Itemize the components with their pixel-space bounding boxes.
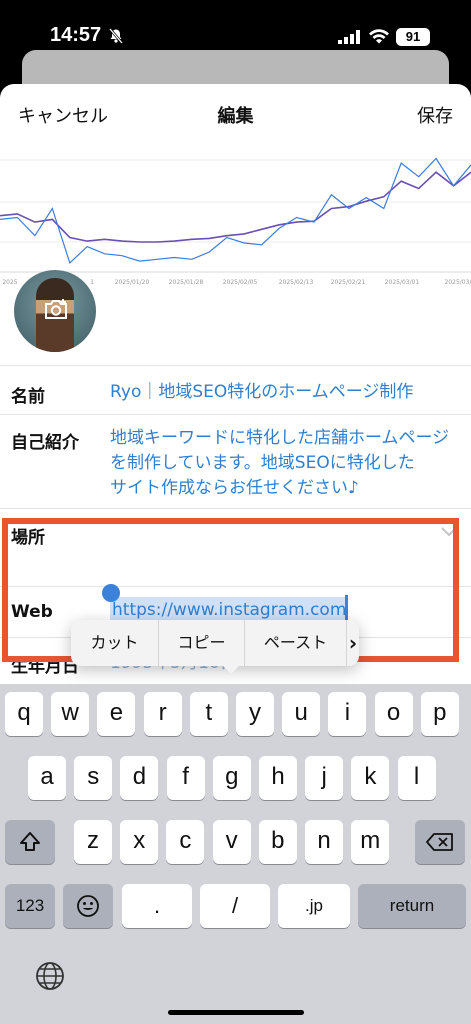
key-m[interactable]: m (351, 820, 390, 864)
key-q[interactable]: q (5, 692, 43, 736)
signal-icon (338, 30, 360, 44)
menu-pointer (221, 664, 241, 674)
wifi-icon (369, 29, 389, 44)
camera-add-icon (45, 299, 67, 319)
globe-icon[interactable] (34, 960, 66, 992)
key-d[interactable]: d (120, 756, 159, 800)
key-n[interactable]: n (305, 820, 343, 864)
key-i[interactable]: i (328, 692, 367, 736)
paste-menu-item[interactable]: ペースト (245, 620, 347, 666)
key-e[interactable]: e (97, 692, 136, 736)
header-chart: 2025 1 2025/01/20 2025/01/28 2025/02/05 2025/… (0, 142, 471, 292)
edit-context-menu: カット コピー ペースト › (71, 620, 359, 674)
key-o[interactable]: o (374, 692, 413, 736)
key-l[interactable]: l (397, 756, 436, 800)
name-label: 名前 (11, 387, 45, 407)
key-f[interactable]: f (166, 756, 205, 800)
save-button[interactable]: 保存 (417, 102, 453, 128)
x-tick-label: 2025 (2, 279, 17, 286)
divider (0, 414, 471, 415)
bio-line: を制作しています。地域SEOに特化した (110, 453, 415, 473)
key-h[interactable]: h (259, 756, 297, 800)
cut-menu-item[interactable]: カット (71, 620, 159, 666)
jp-domain-key[interactable]: .jp (278, 884, 350, 928)
key-t[interactable]: t (189, 692, 228, 736)
x-tick-label: 2025/02/05 (223, 279, 258, 286)
return-key[interactable]: return (358, 884, 466, 928)
emoji-icon (77, 895, 99, 917)
key-r[interactable]: r (143, 692, 182, 736)
keyboard: qwertyuiop asdfghjkl zxcvbnm 123 . / .jp… (0, 684, 471, 1024)
status-time: 14:57 (50, 24, 102, 46)
key-p[interactable]: p (420, 692, 459, 736)
backspace-icon (426, 833, 453, 851)
key-c[interactable]: c (166, 820, 205, 864)
more-menu-button[interactable]: › (347, 620, 359, 666)
emoji-key[interactable] (63, 884, 113, 928)
key-j[interactable]: j (305, 756, 344, 800)
copy-menu-item[interactable]: コピー (159, 620, 245, 666)
bio-label: 自己紹介 (11, 433, 79, 453)
key-g[interactable]: g (212, 756, 251, 800)
key-x[interactable]: x (120, 820, 159, 864)
home-indicator (168, 1010, 304, 1015)
delete-key[interactable] (415, 820, 465, 864)
x-tick-label: 2025/03/ (445, 279, 471, 286)
divider (0, 508, 471, 509)
divider (0, 365, 471, 366)
shift-key[interactable] (5, 820, 55, 864)
x-tick-label: 1 (90, 279, 94, 286)
bio-line: サイト作成ならお任せください♪ (110, 478, 359, 498)
battery-indicator: 91 (396, 28, 430, 46)
key-v[interactable]: v (212, 820, 251, 864)
x-tick-label: 2025/01/28 (169, 279, 204, 286)
page-title: 編集 (217, 106, 254, 127)
edit-profile-sheet: キャンセル 編集 保存 2025 1 2025/01/20 2025/01/28 202… (0, 84, 471, 684)
series-line-2 (0, 157, 471, 264)
key-a[interactable]: a (28, 756, 66, 800)
x-tick-label: 2025/02/21 (331, 279, 366, 286)
numbers-key[interactable]: 123 (5, 884, 55, 928)
x-tick-label: 2025/01/20 (115, 279, 150, 286)
shift-icon (20, 832, 40, 851)
key-u[interactable]: u (282, 692, 321, 736)
key-s[interactable]: s (74, 756, 113, 800)
x-tick-label: 2025/03/01 (385, 279, 420, 286)
avatar[interactable] (14, 270, 96, 352)
key-b[interactable]: b (258, 820, 297, 864)
key-w[interactable]: w (51, 692, 90, 736)
key-y[interactable]: y (236, 692, 274, 736)
bell-slash-icon (109, 28, 123, 44)
slash-key[interactable]: / (200, 884, 270, 928)
line-chart: 2025 1 2025/01/20 2025/01/28 2025/02/05 2025/… (0, 157, 471, 286)
series-line-1 (0, 171, 471, 243)
key-k[interactable]: k (351, 756, 390, 800)
bio-field[interactable]: 地域キーワードに特化した店舗ホームページ を制作しています。地域SEOに特化した… (110, 426, 460, 501)
period-key[interactable]: . (122, 884, 192, 928)
name-field[interactable]: Ryo｜地域SEO特化のホームページ制作 (110, 380, 413, 405)
x-tick-label: 2025/02/13 (279, 279, 314, 286)
key-z[interactable]: z (74, 820, 112, 864)
bio-line: 地域キーワードに特化した店舗ホームページ (110, 428, 450, 448)
nav-bar: キャンセル 編集 保存 (0, 84, 471, 142)
